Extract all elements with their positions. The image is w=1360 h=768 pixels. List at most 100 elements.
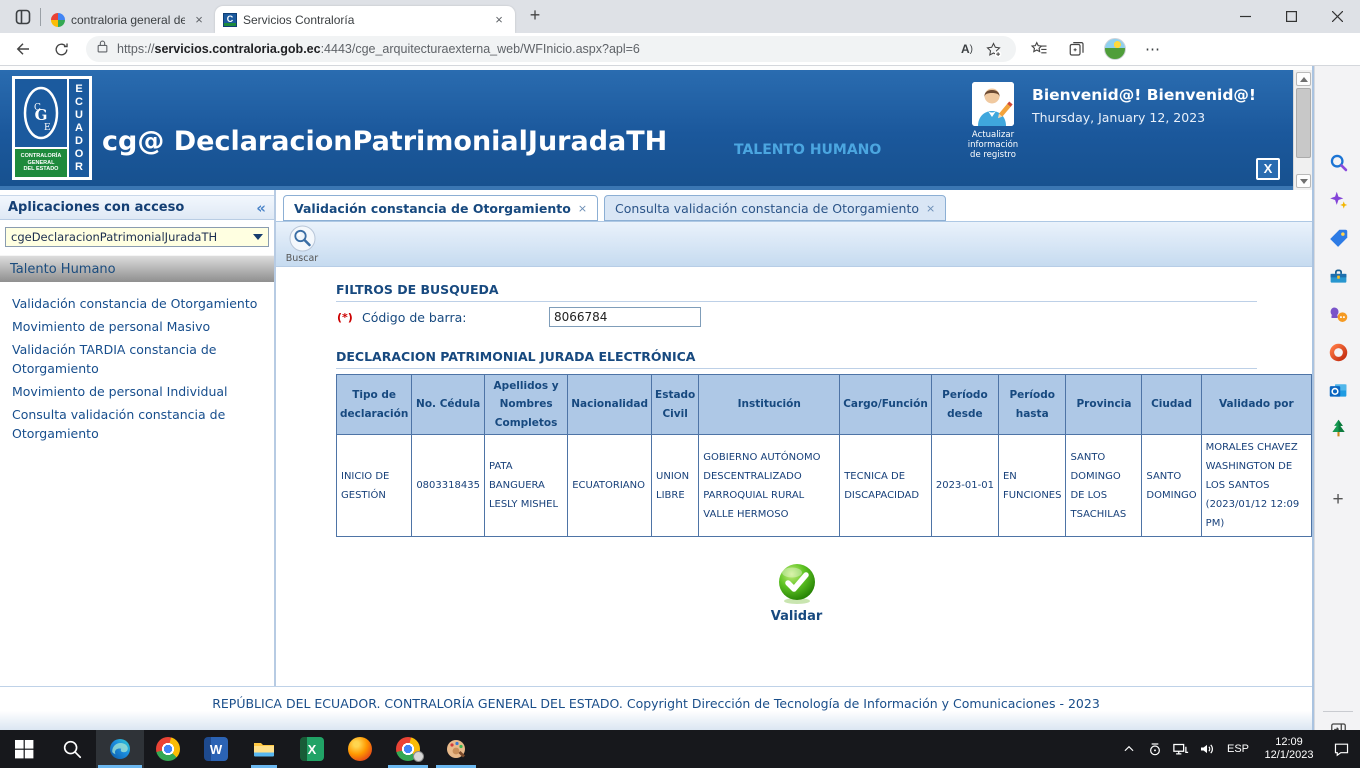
windows-taskbar: W X ESP <box>0 730 1360 768</box>
sidebar-discover-icon[interactable] <box>1327 189 1349 211</box>
collections-icon[interactable] <box>1062 35 1092 63</box>
cell-apellidos: PATA BANGUERA LESLY MISHEL <box>484 435 567 537</box>
sidebar-add-icon[interactable]: + <box>1327 489 1349 511</box>
sidebar-shopping-icon[interactable] <box>1327 227 1349 249</box>
taskbar-chrome-profile-icon[interactable] <box>384 730 432 768</box>
cell-provincia: SANTO DOMINGO DE LOS TSACHILAS <box>1066 435 1142 537</box>
browser-tab-inactive[interactable]: contraloria general del estado - B × <box>43 6 215 33</box>
browser-tab-active[interactable]: C Servicios Contraloría × <box>215 6 515 33</box>
taskbar-firefox-icon[interactable] <box>336 730 384 768</box>
action-center-icon[interactable] <box>1322 730 1360 768</box>
new-tab-button[interactable]: + <box>523 4 547 28</box>
application-select[interactable]: cgeDeclaracionPatrimonialJuradaTH <box>5 227 269 247</box>
cell-institucion: GOBIERNO AUTÓNOMO DESCENTRALIZADO PARROQ… <box>699 435 840 537</box>
taskbar-word-icon[interactable]: W <box>192 730 240 768</box>
tray-volume-icon[interactable] <box>1194 730 1220 768</box>
read-aloud-icon[interactable]: A) <box>954 37 980 61</box>
tray-network-icon[interactable] <box>1168 730 1194 768</box>
site-footer: REPÚBLICA DEL ECUADOR. CONTRALORÍA GENER… <box>0 686 1312 730</box>
validate-check-icon[interactable] <box>777 563 817 605</box>
taskbar-clock[interactable]: 12:09 12/1/2023 <box>1256 736 1322 762</box>
update-registration-link[interactable]: Actualizar información de registro <box>954 130 1032 160</box>
close-window-button[interactable] <box>1314 0 1360 33</box>
tray-update-icon[interactable] <box>1142 730 1168 768</box>
tab-close-icon[interactable]: × <box>191 12 207 27</box>
header-date: Thursday, January 12, 2023 <box>1032 110 1205 125</box>
lock-icon[interactable] <box>96 39 109 59</box>
tab-validacion-constancia[interactable]: Validación constancia de Otorgamiento × <box>283 195 598 221</box>
collapse-sidebar-icon[interactable]: « <box>256 199 266 217</box>
scroll-up-icon[interactable] <box>1296 72 1311 86</box>
user-avatar[interactable] <box>972 82 1014 126</box>
edge-sidebar: + <box>1314 66 1360 730</box>
col-cargo: Cargo/Función <box>840 375 932 435</box>
back-icon[interactable] <box>8 35 38 63</box>
refresh-icon[interactable] <box>46 35 76 63</box>
taskbar-chrome-icon[interactable] <box>144 730 192 768</box>
web-page: GCE CONTRALORÍA GENERAL DEL ESTADO ECUAD… <box>0 66 1314 730</box>
favorites-bar-icon[interactable] <box>1024 35 1054 63</box>
maximize-button[interactable] <box>1268 0 1314 33</box>
address-bar[interactable]: https://servicios.contraloria.gob.ec:444… <box>86 36 1016 62</box>
col-cedula: No. Cédula <box>412 375 485 435</box>
barcode-filter-row: (*) Código de barra: <box>336 302 1257 334</box>
tab-close-icon[interactable]: × <box>926 202 935 215</box>
table-row: INICIO DE GESTIÓN 0803318435 PATA BANGUE… <box>337 435 1312 537</box>
footer-text: REPÚBLICA DEL ECUADOR. CONTRALORÍA GENER… <box>0 696 1312 711</box>
start-button[interactable] <box>0 730 48 768</box>
header-scrollbar[interactable] <box>1293 70 1312 190</box>
workspaces-icon[interactable] <box>8 4 38 30</box>
sidebar-outlook-icon[interactable] <box>1327 379 1349 401</box>
filters-title: FILTROS DE BUSQUEDA <box>336 282 1257 302</box>
sidebar-item-consulta-validacion[interactable]: Consulta validación constancia de Otorga… <box>0 403 274 445</box>
window-controls <box>1222 0 1360 33</box>
tray-chevron-icon[interactable] <box>1116 730 1142 768</box>
sidebar-item-validacion-tardia[interactable]: Validación TARDIA constancia de Otorgami… <box>0 338 274 380</box>
banner-close-button[interactable]: X <box>1256 158 1280 180</box>
scroll-down-icon[interactable] <box>1296 174 1311 188</box>
sidebar-title: Aplicaciones con acceso <box>8 200 256 215</box>
sidebar-tools-icon[interactable] <box>1327 265 1349 287</box>
tab-close-icon[interactable]: × <box>578 202 587 215</box>
page-subtitle: TALENTO HUMANO <box>734 142 881 158</box>
browser-menu-icon[interactable]: ⋯ <box>1138 35 1168 63</box>
welcome-text: Bienvenid@! Bienvenid@! <box>1032 86 1256 104</box>
url-text[interactable]: https://servicios.contraloria.gob.ec:444… <box>117 42 954 56</box>
col-validado-por: Validado por <box>1201 375 1311 435</box>
buscar-button[interactable]: Buscar <box>276 222 328 266</box>
sidebar-menu: Validación constancia de Otorgamiento Mo… <box>0 292 274 445</box>
tab-close-icon[interactable]: × <box>491 12 507 27</box>
cell-validado-por: MORALES CHAVEZ WASHINGTON DE LOS SANTOS … <box>1201 435 1311 537</box>
language-indicator[interactable]: ESP <box>1220 743 1256 755</box>
taskbar-explorer-icon[interactable] <box>240 730 288 768</box>
logo-country-label: ECUADOR <box>67 79 89 177</box>
declaration-table: Tipo de declaración No. Cédula Apellidos… <box>336 374 1312 537</box>
sidebar-item-validacion-constancia[interactable]: Validación constancia de Otorgamiento <box>0 292 274 315</box>
profile-avatar[interactable] <box>1100 35 1130 63</box>
browser-toolbar: https://servicios.contraloria.gob.ec:444… <box>0 33 1360 66</box>
validate-label[interactable]: Validar <box>771 609 823 624</box>
taskbar-paint-icon[interactable] <box>432 730 480 768</box>
cell-tipo: INICIO DE GESTIÓN <box>337 435 412 537</box>
col-nacionalidad: Nacionalidad <box>568 375 652 435</box>
sidebar-tree-icon[interactable] <box>1327 417 1349 439</box>
minimize-button[interactable] <box>1222 0 1268 33</box>
cell-cargo: TECNICA DE DISCAPACIDAD <box>840 435 932 537</box>
barcode-input[interactable] <box>549 307 701 327</box>
taskbar-excel-icon[interactable]: X <box>288 730 336 768</box>
page-body: Aplicaciones con acceso « cgeDeclaracion… <box>0 190 1312 686</box>
work-tabs: Validación constancia de Otorgamiento × … <box>283 195 1312 221</box>
sidebar-item-movimiento-masivo[interactable]: Movimiento de personal Masivo <box>0 315 274 338</box>
taskbar-search-icon[interactable] <box>48 730 96 768</box>
cge-favicon: C <box>223 13 237 27</box>
add-favorite-icon[interactable] <box>980 37 1006 61</box>
sidebar-games-icon[interactable] <box>1327 303 1349 325</box>
tab-divider <box>40 8 41 26</box>
scrollbar-thumb[interactable] <box>1296 88 1311 158</box>
sidebar-office-icon[interactable] <box>1327 341 1349 363</box>
tab-consulta-validacion[interactable]: Consulta validación constancia de Otorga… <box>604 195 946 221</box>
sidebar-search-icon[interactable] <box>1327 151 1349 173</box>
sidebar-item-movimiento-individual[interactable]: Movimiento de personal Individual <box>0 380 274 403</box>
validate-area: Validar <box>336 563 1257 624</box>
taskbar-edge-icon[interactable] <box>96 730 144 768</box>
